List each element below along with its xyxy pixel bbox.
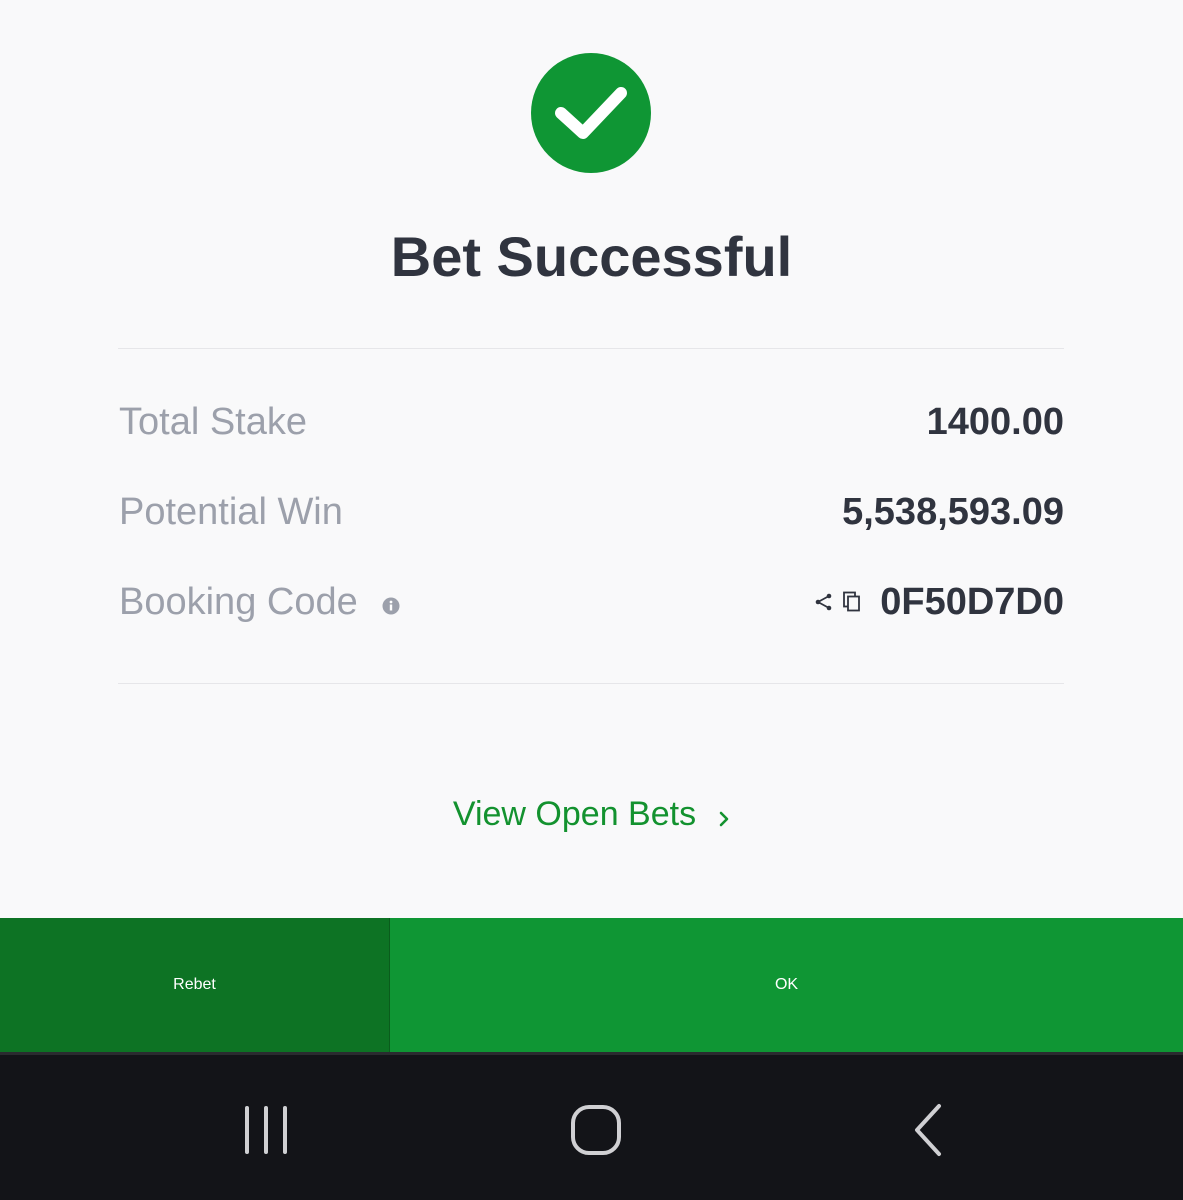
view-open-bets-label: View Open Bets (452, 794, 697, 833)
checkmark-icon (555, 87, 627, 139)
view-open-bets-link[interactable]: View Open Bets (0, 786, 1183, 842)
success-badge (531, 53, 651, 173)
info-icon[interactable] (382, 597, 400, 615)
booking-code-row: Booking Code 0F50D7D0 (119, 572, 1064, 632)
ok-label: OK (774, 976, 799, 993)
booking-code-label: Booking Code (119, 580, 358, 623)
system-navigation-bar (0, 1052, 1183, 1200)
share-icon[interactable] (814, 592, 834, 612)
back-button[interactable] (888, 1095, 968, 1165)
home-icon (571, 1105, 621, 1155)
home-button[interactable] (556, 1095, 636, 1165)
ok-button[interactable]: OK (390, 918, 1183, 1052)
page-title: Bet Successful (390, 225, 793, 288)
recent-apps-button[interactable] (226, 1095, 306, 1165)
total-stake-value: 1400.00 (926, 400, 1064, 443)
potential-win-row: Potential Win 5,538,593.09 (119, 482, 1064, 542)
recent-apps-icon (245, 1106, 287, 1154)
chevron-right-icon (718, 810, 730, 828)
rebet-button[interactable]: Rebet (0, 918, 390, 1052)
booking-code-actions (814, 591, 870, 613)
bet-success-screen: Bet Successful Total Stake 1400.00 Poten… (0, 0, 1183, 1200)
rebet-label: Rebet (173, 976, 216, 993)
booking-code-label-group: Booking Code (119, 581, 400, 624)
total-stake-label: Total Stake (119, 400, 307, 443)
booking-code-value: 0F50D7D0 (880, 580, 1064, 623)
back-icon (915, 1104, 941, 1156)
booking-code-value-group: 0F50D7D0 (814, 581, 1064, 624)
copy-icon[interactable] (842, 591, 862, 613)
divider-bottom (118, 683, 1064, 684)
potential-win-value: 5,538,593.09 (842, 490, 1064, 533)
potential-win-label: Potential Win (119, 490, 343, 533)
divider-top (118, 348, 1064, 349)
action-bar: Rebet OK (0, 918, 1183, 1052)
total-stake-row: Total Stake 1400.00 (119, 392, 1064, 452)
